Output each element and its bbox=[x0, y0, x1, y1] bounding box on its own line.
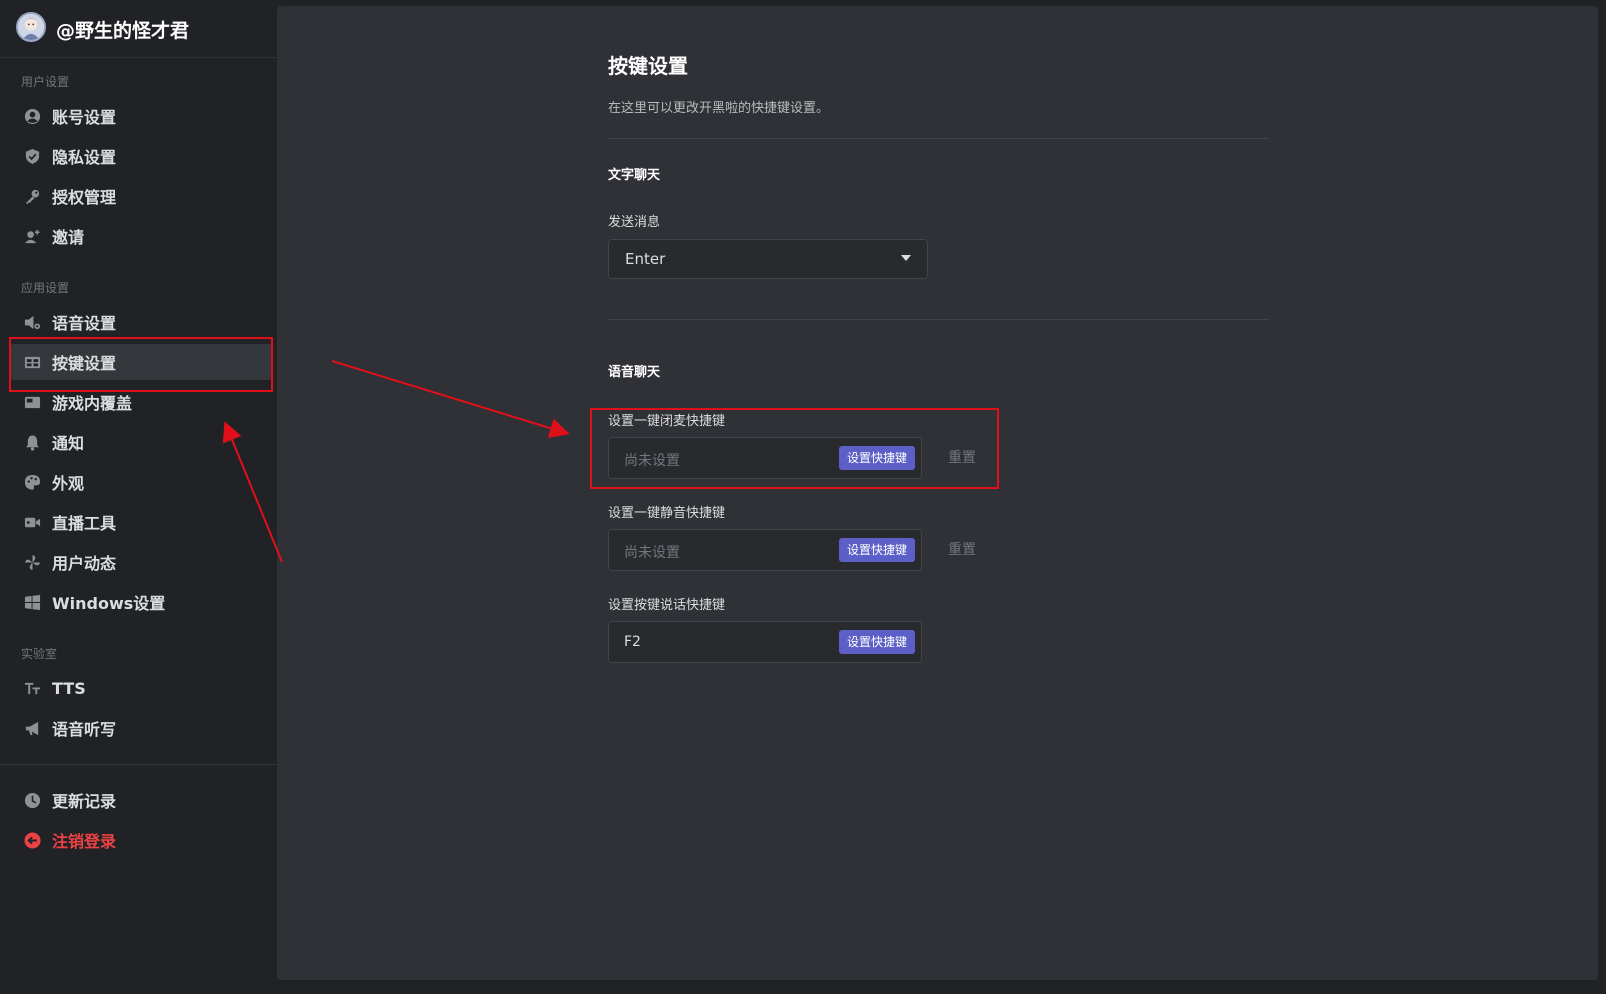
sidebar-item-label: TTS bbox=[52, 678, 86, 698]
section-divider bbox=[608, 138, 1269, 139]
camera-icon bbox=[23, 513, 41, 531]
sidebar-item-windows-settings[interactable]: Windows设置 bbox=[10, 584, 272, 620]
sidebar-item-label: 邀请 bbox=[52, 228, 85, 247]
sidebar-item-user-activity[interactable]: 用户动态 bbox=[10, 544, 272, 580]
sidebar-divider bbox=[0, 764, 277, 765]
push-to-talk-label: 设置按键说话快捷键 bbox=[608, 598, 726, 613]
bell-icon bbox=[23, 433, 41, 451]
mic-mute-hotkey-field[interactable]: 尚未设置 设置快捷键 bbox=[608, 437, 922, 479]
sidebar-item-voice-dictation[interactable]: 语音听写 bbox=[10, 710, 272, 746]
sidebar-item-label: 语音设置 bbox=[52, 314, 117, 333]
mute-all-reset-button[interactable]: 重置 bbox=[948, 539, 976, 559]
megaphone-icon bbox=[23, 719, 41, 737]
sidebar-item-tts[interactable]: TTS bbox=[10, 670, 272, 706]
sidebar-item-label: 授权管理 bbox=[52, 188, 117, 207]
sidebar-item-appearance[interactable]: 外观 bbox=[10, 464, 272, 500]
sidebar-item-label: 通知 bbox=[52, 434, 85, 453]
speaker-gear-icon bbox=[23, 313, 41, 331]
app-window: @野生的怪才君 用户设置 账号设置 隐私设置 授权管理 邀请 应用设置 语音设置… bbox=[0, 0, 1606, 994]
avatar-image-icon bbox=[18, 14, 44, 40]
sidebar-item-invite[interactable]: 邀请 bbox=[10, 218, 272, 254]
sidebar-item-label: 用户动态 bbox=[52, 554, 117, 573]
sidebar-item-voice[interactable]: 语音设置 bbox=[10, 304, 272, 340]
windows-icon bbox=[23, 593, 41, 611]
page-description: 在这里可以更改开黑啦的快捷键设置。 bbox=[608, 101, 830, 116]
sidebar-item-label: 隐私设置 bbox=[52, 148, 117, 167]
sidebar-item-label: 直播工具 bbox=[52, 514, 117, 533]
sidebar-item-game-overlay[interactable]: 游戏内覆盖 bbox=[10, 384, 272, 420]
sidebar-item-notifications[interactable]: 通知 bbox=[10, 424, 272, 460]
mic-mute-reset-button[interactable]: 重置 bbox=[948, 447, 976, 467]
section-title-app-settings: 应用设置 bbox=[21, 281, 70, 295]
sidebar-item-account[interactable]: 账号设置 bbox=[10, 98, 272, 134]
push-to-talk-set-hotkey-button[interactable]: 设置快捷键 bbox=[838, 630, 915, 654]
text-chat-title: 文字聊天 bbox=[608, 168, 661, 183]
send-message-value: Enter bbox=[625, 250, 666, 268]
palette-icon bbox=[23, 473, 41, 491]
section-divider bbox=[608, 319, 1269, 320]
sidebar-item-label: 按键设置 bbox=[52, 354, 117, 373]
pinwheel-icon bbox=[23, 553, 41, 571]
clock-icon bbox=[23, 791, 41, 809]
shield-icon bbox=[23, 147, 41, 165]
sidebar-item-streaming-tools[interactable]: 直播工具 bbox=[10, 504, 272, 540]
caret-down-icon bbox=[901, 255, 911, 261]
avatar[interactable] bbox=[16, 12, 46, 42]
mute-all-label: 设置一键静音快捷键 bbox=[608, 506, 726, 521]
sidebar-item-label: 注销登录 bbox=[52, 832, 117, 851]
sidebar-item-changelog[interactable]: 更新记录 bbox=[10, 782, 272, 818]
add-user-icon bbox=[23, 227, 41, 245]
sidebar-item-label: Windows设置 bbox=[52, 594, 166, 613]
mic-mute-set-hotkey-button[interactable]: 设置快捷键 bbox=[838, 446, 915, 470]
key-icon bbox=[23, 187, 41, 205]
sidebar-item-privacy[interactable]: 隐私设置 bbox=[10, 138, 272, 174]
section-title-lab: 实验室 bbox=[21, 647, 58, 661]
sidebar-item-label: 语音听写 bbox=[52, 720, 117, 739]
user-name: @野生的怪才君 bbox=[56, 20, 190, 42]
send-message-select[interactable]: Enter bbox=[608, 239, 928, 279]
push-to-talk-hotkey-value: F2 bbox=[624, 634, 641, 650]
logout-icon bbox=[23, 831, 41, 849]
page-title: 按键设置 bbox=[608, 54, 688, 78]
voice-chat-title: 语音聊天 bbox=[608, 365, 661, 380]
overlay-icon bbox=[23, 393, 41, 411]
sidebar-item-keybinds[interactable]: 按键设置 bbox=[10, 344, 272, 380]
mute-all-hotkey-field[interactable]: 尚未设置 设置快捷键 bbox=[608, 529, 922, 571]
send-message-label: 发送消息 bbox=[608, 215, 661, 230]
keyboard-icon bbox=[23, 353, 41, 371]
sidebar-item-logout[interactable]: 注销登录 bbox=[10, 822, 272, 858]
user-header: @野生的怪才君 bbox=[0, 0, 277, 58]
sidebar-item-label: 更新记录 bbox=[52, 792, 117, 811]
section-title-user-settings: 用户设置 bbox=[21, 75, 70, 89]
mic-mute-label: 设置一键闭麦快捷键 bbox=[608, 414, 726, 429]
mute-all-hotkey-value: 尚未设置 bbox=[624, 545, 680, 561]
sidebar-item-label: 账号设置 bbox=[52, 108, 117, 127]
mic-mute-hotkey-value: 尚未设置 bbox=[624, 453, 680, 469]
settings-content-panel: 按键设置 在这里可以更改开黑啦的快捷键设置。 文字聊天 发送消息 Enter 语… bbox=[277, 6, 1598, 980]
user-circle-icon bbox=[23, 107, 41, 125]
mute-all-set-hotkey-button[interactable]: 设置快捷键 bbox=[838, 538, 915, 562]
sidebar-item-label: 游戏内覆盖 bbox=[52, 394, 133, 413]
text-size-icon bbox=[23, 679, 41, 697]
sidebar-item-authorization[interactable]: 授权管理 bbox=[10, 178, 272, 214]
sidebar-item-label: 外观 bbox=[52, 474, 85, 493]
settings-sidebar: @野生的怪才君 用户设置 账号设置 隐私设置 授权管理 邀请 应用设置 语音设置… bbox=[0, 0, 277, 994]
push-to-talk-hotkey-field[interactable]: F2 设置快捷键 bbox=[608, 621, 922, 663]
